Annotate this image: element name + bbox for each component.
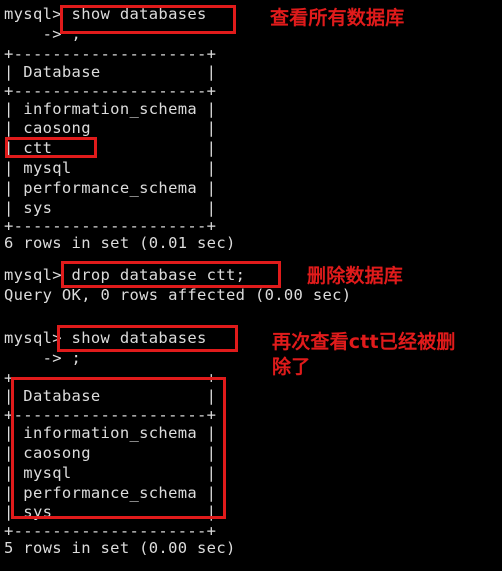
terminal-line: mysql> drop database ctt;	[4, 266, 246, 284]
terminal-line: | caosong |	[4, 119, 217, 137]
terminal-line: +--------------------+	[4, 45, 217, 63]
terminal-line: 6 rows in set (0.01 sec)	[4, 234, 236, 252]
terminal-line: -> ;	[4, 25, 82, 43]
terminal-line: | sys |	[4, 199, 217, 217]
annotation-text: 查看所有数据库	[270, 7, 405, 29]
terminal-line: | performance_schema |	[4, 179, 217, 197]
terminal-line: mysql> show databases	[4, 5, 207, 23]
terminal-line: Query OK, 0 rows affected (0.00 sec)	[4, 286, 352, 304]
terminal-line: | caosong |	[4, 444, 217, 462]
terminal-line: | ctt |	[4, 139, 217, 157]
annotation-text: 再次查看ctt已经被删 除了	[272, 331, 456, 378]
terminal-line: 5 rows in set (0.00 sec)	[4, 539, 236, 557]
terminal-line: +--------------------+	[4, 406, 217, 424]
terminal-line: | Database |	[4, 63, 217, 81]
terminal-line: | sys |	[4, 503, 217, 521]
terminal-line: | mysql |	[4, 159, 217, 177]
terminal-line: | mysql |	[4, 464, 217, 482]
terminal-line: | information_schema |	[4, 424, 217, 442]
terminal-line: mysql> show databases	[4, 329, 207, 347]
terminal-line: | performance_schema |	[4, 484, 217, 502]
terminal-screen: mysql> show databases -> ; +-------------…	[0, 0, 502, 571]
terminal-line: +--------------------+	[4, 82, 217, 100]
terminal-line: | information_schema |	[4, 100, 217, 118]
terminal-line: | Database |	[4, 387, 217, 405]
terminal-line: -> ;	[4, 349, 82, 367]
terminal-line: +--------------------+	[4, 369, 217, 387]
annotation-text: 删除数据库	[307, 265, 404, 287]
